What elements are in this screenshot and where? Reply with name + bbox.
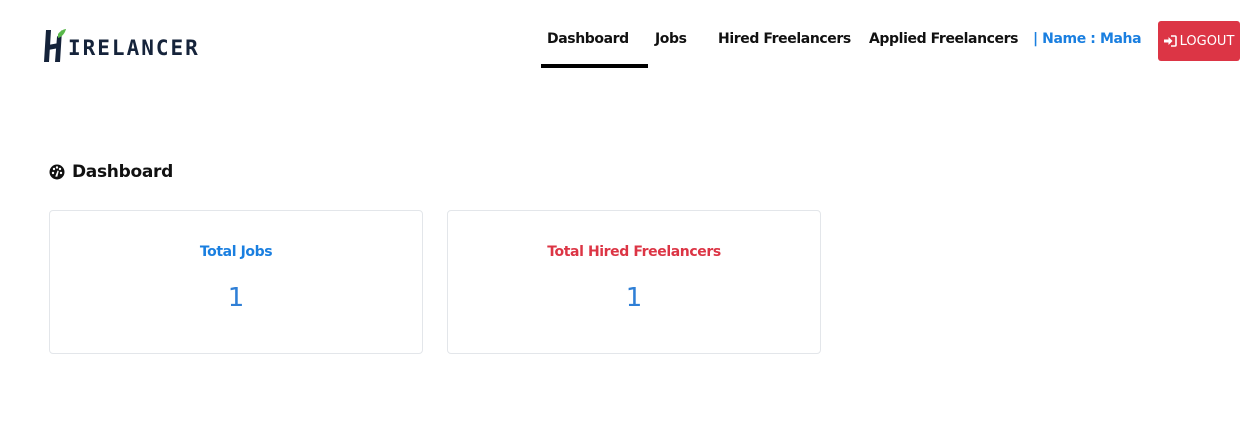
logo-text: IRELANCER [68, 36, 200, 60]
logout-button[interactable]: LOGOUT [1158, 21, 1240, 61]
nav-applied-freelancers[interactable]: Applied Freelancers [869, 31, 1018, 47]
nav-dashboard[interactable]: Dashboard [547, 31, 629, 47]
logout-label: LOGOUT [1179, 33, 1235, 49]
stat-card-value: 1 [227, 283, 245, 313]
stat-card-total-jobs: Total Jobs 1 [49, 210, 423, 354]
page-title: Dashboard [49, 162, 173, 182]
stat-card-value: 1 [625, 283, 643, 313]
page-title-text: Dashboard [72, 162, 173, 182]
stat-card-title: Total Jobs [199, 244, 273, 260]
nav-active-indicator [541, 64, 648, 68]
page: IRELANCER Dashboard Jobs Hired Freelance… [0, 0, 1244, 423]
brand-logo[interactable]: IRELANCER [44, 26, 200, 66]
stat-card-title: Total Hired Freelancers [547, 244, 721, 260]
user-name-label: | Name : Maha [1033, 31, 1142, 47]
nav-jobs[interactable]: Jobs [655, 31, 687, 47]
dashboard-gauge-icon [49, 164, 65, 180]
nav-hired-freelancers[interactable]: Hired Freelancers [718, 31, 851, 47]
stat-card-total-hired-freelancers: Total Hired Freelancers 1 [447, 210, 821, 354]
logo-h-icon [44, 29, 66, 62]
sign-in-icon [1163, 35, 1177, 47]
